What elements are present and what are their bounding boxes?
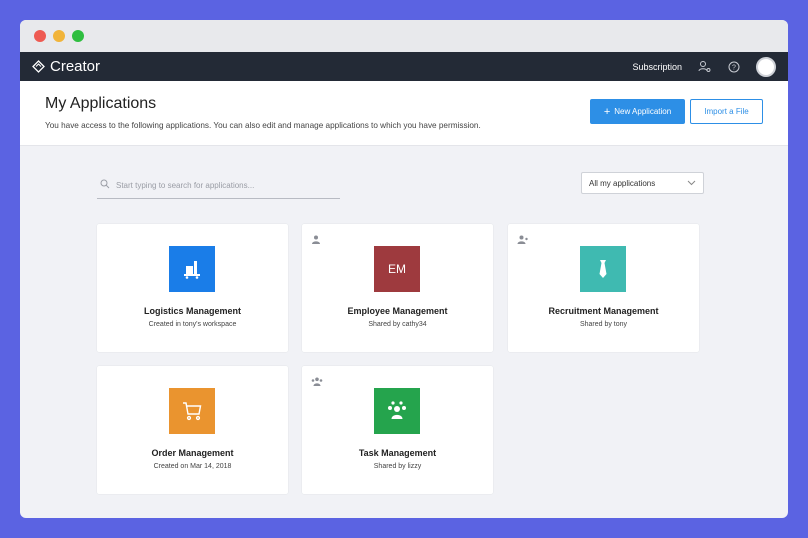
close-window-button[interactable] xyxy=(34,30,46,42)
app-name: Recruitment Management xyxy=(548,306,659,316)
search-icon xyxy=(100,176,110,194)
new-application-button[interactable]: + New Application xyxy=(590,99,685,124)
app-name: Logistics Management xyxy=(143,306,242,316)
window-titlebar xyxy=(20,20,788,52)
minimize-window-button[interactable] xyxy=(53,30,65,42)
page-header: My Applications You have access to the f… xyxy=(20,81,788,146)
shared-user-icon xyxy=(517,231,528,249)
filter-selected-value: All my applications xyxy=(589,178,656,188)
app-card-order[interactable]: Order Management Created on Mar 14, 2018 xyxy=(97,366,288,494)
app-meta: Shared by tony xyxy=(579,321,628,328)
app-card-logistics[interactable]: Logistics Management Created in tony's w… xyxy=(97,224,288,352)
cart-icon xyxy=(169,388,215,434)
app-meta: Created on Mar 14, 2018 xyxy=(153,463,232,470)
app-card-recruitment[interactable]: Recruitment Management Shared by tony xyxy=(508,224,699,352)
shared-user-icon xyxy=(311,231,321,249)
subscription-link[interactable]: Subscription xyxy=(632,62,682,72)
app-name: Employee Management xyxy=(347,306,448,316)
app-name: Task Management xyxy=(358,448,437,458)
initials-avatar: EM xyxy=(374,246,420,292)
brand-logo[interactable]: Creator xyxy=(32,58,100,75)
chevron-down-icon xyxy=(687,179,696,188)
maximize-window-button[interactable] xyxy=(72,30,84,42)
brand-name: Creator xyxy=(50,58,101,75)
app-meta: Shared by lizzy xyxy=(373,463,422,470)
search-input[interactable] xyxy=(116,180,326,190)
team-icon xyxy=(374,388,420,434)
app-meta: Shared by cathy34 xyxy=(368,321,427,328)
tie-icon xyxy=(580,246,626,292)
creator-logo-icon xyxy=(32,60,45,73)
application-filter-select[interactable]: All my applications xyxy=(581,172,704,194)
app-meta: Created in tony's workspace xyxy=(148,321,237,328)
search-bar xyxy=(97,172,340,199)
new-application-label: New Application xyxy=(614,107,672,116)
shared-group-icon xyxy=(311,373,323,391)
import-file-button[interactable]: Import a File xyxy=(690,99,763,124)
svg-text:?: ? xyxy=(732,64,736,71)
logistics-icon xyxy=(169,246,215,292)
app-card-employee[interactable]: EM Employee Management Shared by cathy34 xyxy=(302,224,493,352)
app-card-task[interactable]: Task Management Shared by lizzy xyxy=(302,366,493,494)
user-avatar[interactable] xyxy=(756,56,776,77)
help-icon[interactable]: ? xyxy=(726,59,742,75)
app-topbar: Creator Subscription ? xyxy=(20,52,788,81)
app-name: Order Management xyxy=(151,448,234,458)
user-settings-icon[interactable] xyxy=(696,59,712,75)
plus-icon: + xyxy=(603,105,611,118)
browser-window: Creator Subscription ? My Applications Y… xyxy=(20,20,788,518)
